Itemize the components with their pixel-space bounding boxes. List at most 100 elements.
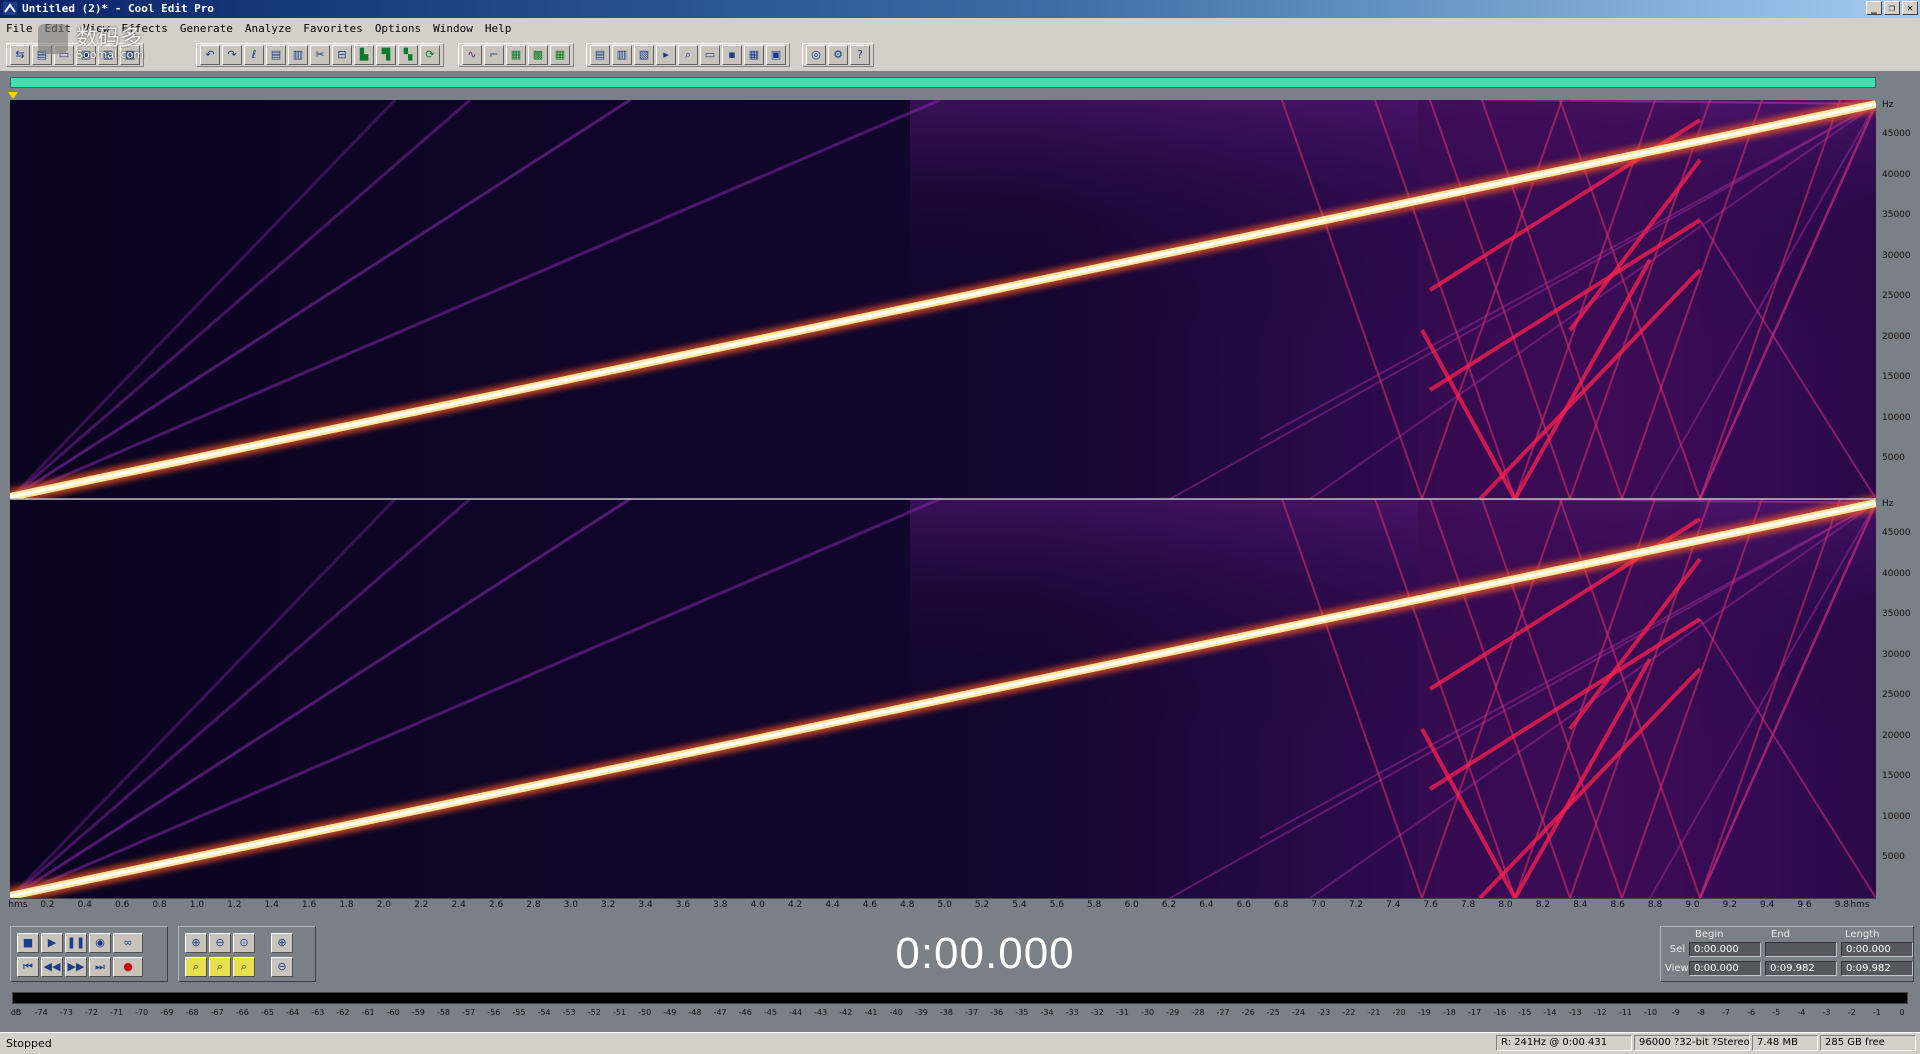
play-to-end-icon[interactable]: ◉ [89,933,111,953]
restore-button[interactable]: ❐ [1884,1,1900,15]
settings-icon[interactable]: ⚙ [828,45,848,65]
waveform-icon[interactable]: ∿ [462,45,482,65]
time-unit-end: hms [1850,900,1870,910]
freq-tick-label: 35000 [1882,210,1911,221]
close-button[interactable]: ✕ [1902,1,1918,15]
menu-options[interactable]: Options [369,22,427,35]
smpte-icon[interactable]: ▪ [722,45,742,65]
zoom-in-vertical-icon[interactable]: ⊕ [271,933,293,953]
mode-icon[interactable]: ⇆ [10,45,30,65]
lasso-icon[interactable]: ℓ [244,45,264,65]
level-tick-label: -64 [286,1008,300,1017]
saveas-icon[interactable]: ▦ [98,45,118,65]
paste-icon[interactable]: ▥ [288,45,308,65]
frame-icon[interactable]: ▭ [700,45,720,65]
sel-begin-field[interactable]: 0:00.000 [1689,942,1761,957]
help-icon[interactable]: ? [850,45,870,65]
level-tick-label: -72 [84,1008,98,1017]
zoom-full-icon[interactable]: ⊙ [233,933,255,953]
overview-scroll-bar[interactable] [10,77,1876,88]
cut-icon[interactable]: ✂ [310,45,330,65]
level-tick-label: -2 [1847,1008,1856,1017]
playback-position-marker[interactable] [8,92,18,99]
level-tick-label: -7 [1721,1008,1730,1017]
spectrogram [10,100,1876,898]
go-end-icon[interactable]: ⏭ [89,957,111,977]
menu-view[interactable]: View [77,22,116,35]
level-tick-label: -4 [1797,1008,1806,1017]
zoom-out-horizontal-icon[interactable]: ⊖ [209,933,231,953]
open-icon[interactable]: ▭ [54,45,74,65]
fx-icon[interactable]: ▚ [398,45,418,65]
length-header: Length [1845,929,1880,940]
view-icon[interactable]: ▥ [612,45,632,65]
zoom-out-vertical-icon[interactable]: ⊖ [271,957,293,977]
record-icon[interactable]: ● [113,957,143,977]
time-tick-label: 0.4 [77,900,92,910]
view-length-field[interactable]: 0:09.982 [1841,961,1913,976]
redo-icon[interactable]: ↷ [222,45,242,65]
grid-icon[interactable]: ▩ [120,45,140,65]
tool-icon[interactable]: ▧ [634,45,654,65]
meter-icon[interactable]: ▦ [550,45,570,65]
time-tick-label: 4.8 [900,900,915,910]
envelope-icon[interactable]: ⌐ [484,45,504,65]
channel-right [10,495,1876,898]
level-tick-label: -47 [713,1008,727,1017]
time-ruler[interactable]: hms hms 0.2 0.4 0.6 0.8 1.0 1.2 1.4 1.6 1.8 2.0 2.… [8,898,1876,915]
menu-analyze[interactable]: Analyze [239,22,297,35]
zoom-in-right-icon[interactable]: ⌕ [209,957,231,977]
menu-help[interactable]: Help [479,22,518,35]
spectral-view[interactable] [10,100,1876,898]
play-sel-icon[interactable]: ▸ [656,45,676,65]
loop-icon[interactable]: ∞ [113,933,143,953]
level-tick-label: -58 [436,1008,451,1017]
view-end-field[interactable]: 0:09.982 [1765,961,1837,976]
cd-icon[interactable]: ◎ [806,45,826,65]
save-icon[interactable]: ▣ [76,45,96,65]
bars-icon[interactable]: ▦ [744,45,764,65]
trim-icon[interactable]: ⊟ [332,45,352,65]
go-start-icon[interactable]: ⏮ [17,957,39,977]
time-tick-label: 1.8 [339,900,354,910]
rewind-icon[interactable]: ◀◀ [41,957,63,977]
zoom-in-left-icon[interactable]: ⌕ [185,957,207,977]
session-icon[interactable]: ▤ [32,45,52,65]
undo-icon[interactable]: ↶ [200,45,220,65]
loop-paste-icon[interactable]: ⟳ [420,45,440,65]
time-tick-label: 7.8 [1460,900,1476,910]
play-icon[interactable]: ▶ [41,933,63,953]
copy-icon[interactable]: ▤ [266,45,286,65]
menu-effects[interactable]: Effects [116,22,174,35]
view-begin-field[interactable]: 0:00.000 [1689,961,1761,976]
amp-icon[interactable]: ▜ [376,45,396,65]
freq-tick-label: 5000 [1882,852,1905,863]
stop-icon[interactable]: ■ [17,933,39,953]
stereo-icon[interactable]: ▦ [506,45,526,65]
time-tick-label: 8.0 [1498,900,1513,910]
mix-icon[interactable]: ▙ [354,45,374,65]
time-tick-label: 2.2 [414,900,429,910]
zoom-selection-icon[interactable]: ⌕ [233,957,255,977]
menu-window[interactable]: Window [427,22,479,35]
time-tick-label: 7.4 [1386,900,1401,910]
menu-edit[interactable]: Edit [39,22,78,35]
time-tick-label: 3.8 [713,900,728,910]
info-icon[interactable]: ▣ [766,45,786,65]
sel-length-field[interactable]: 0:00.000 [1841,942,1913,957]
sel-end-field[interactable] [1765,942,1837,957]
menu-favorites[interactable]: Favorites [297,22,369,35]
snap-icon[interactable]: ▤ [590,45,610,65]
fast-forward-icon[interactable]: ▶▶ [65,957,87,977]
time-tick-label: 5.6 [1049,900,1065,910]
minimize-button[interactable]: _ [1866,1,1882,15]
pause-icon[interactable]: ❚❚ [65,933,87,953]
find-icon[interactable]: ⌕ [678,45,698,65]
spectral-icon[interactable]: ▩ [528,45,548,65]
level-tick-label: -20 [1392,1008,1406,1017]
freq-tick-label: 40000 [1882,169,1911,180]
status-state: Stopped [6,1037,52,1050]
zoom-in-horizontal-icon[interactable]: ⊕ [185,933,207,953]
menu-generate[interactable]: Generate [174,22,239,35]
menu-file[interactable]: File [0,22,39,35]
